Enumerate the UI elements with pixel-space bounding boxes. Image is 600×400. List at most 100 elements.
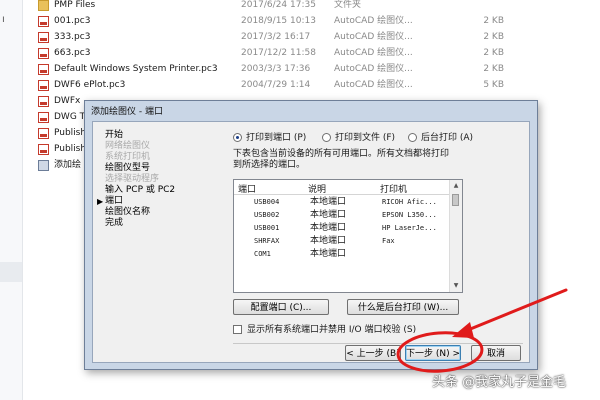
pc3-file-icon bbox=[38, 48, 49, 59]
pin-icon: ı bbox=[2, 14, 5, 25]
port-desc: 本地端口 bbox=[310, 210, 347, 220]
radio-dot-icon bbox=[233, 133, 242, 142]
checkbox-box[interactable] bbox=[233, 325, 242, 334]
pc3-file-icon bbox=[38, 96, 49, 107]
configure-port-button[interactable]: 配置端口 (C)... bbox=[233, 299, 329, 315]
wizard-step: 选择驱动程序 bbox=[105, 174, 205, 185]
port-printer: HP LaserJe... bbox=[382, 224, 437, 232]
scroll-thumb[interactable] bbox=[452, 194, 459, 206]
output-radio-group: 打印到端口 (P) 打印到文件 (F) 后台打印 (A) bbox=[233, 131, 523, 145]
port-printer: RICOH Afic... bbox=[382, 198, 437, 206]
file-name: 001.pc3 bbox=[54, 16, 91, 26]
file-row[interactable]: DWF6 ePlot.pc3 2004/7/29 1:14 AutoCAD 绘图仪.… bbox=[36, 77, 600, 93]
port-row[interactable]: USB004 本地端口 RICOH Afic... bbox=[234, 196, 450, 209]
port-row[interactable]: COM1 本地端口 bbox=[234, 248, 450, 261]
wizard-icon bbox=[38, 160, 49, 171]
navigation-pane[interactable]: ı bbox=[0, 0, 23, 400]
wizard-step-label: 输入 PCP 或 PC2 bbox=[105, 185, 176, 195]
wizard-step-label: 开始 bbox=[105, 130, 124, 140]
column-description[interactable]: 说明 bbox=[308, 182, 326, 195]
wizard-step: 完成 bbox=[105, 218, 205, 229]
port-desc: 本地端口 bbox=[310, 249, 347, 259]
file-size: 2 KB bbox=[483, 48, 504, 58]
port-list-header: 端口 说明 打印机 bbox=[234, 180, 450, 195]
pc3-file-icon bbox=[38, 80, 49, 91]
wizard-step: 开始 bbox=[105, 130, 205, 141]
scroll-up-icon[interactable]: ▲ bbox=[450, 180, 462, 192]
wizard-step-label: 网络绘图仪 bbox=[105, 141, 151, 151]
file-name: PMP Files bbox=[54, 0, 96, 10]
file-size: 2 KB bbox=[483, 16, 504, 26]
port-name: COM1 bbox=[254, 250, 271, 258]
dialog-title: 添加绘图仪 - 端口 bbox=[91, 107, 163, 117]
pc3-file-icon bbox=[38, 64, 49, 75]
wizard-step-label: 系统打印机 bbox=[105, 152, 151, 162]
wizard-step: 系统打印机 bbox=[105, 152, 205, 163]
file-row[interactable]: PMP Files 2017/6/24 17:35 文件夹 bbox=[36, 0, 600, 13]
description-line: 到所选择的端口。 bbox=[233, 160, 306, 170]
add-plotter-dialog: 添加绘图仪 - 端口 开始 网络绘图仪 系统打印机 绘图仪型号 选择驱动程序 输入 PCP… bbox=[84, 100, 538, 370]
file-name: Default Windows System Printer.pc3 bbox=[54, 64, 218, 74]
port-printer: EPSON L350... bbox=[382, 211, 437, 219]
file-date: 2017/3/2 16:17 bbox=[241, 32, 311, 42]
file-name: 663.pc3 bbox=[54, 48, 91, 58]
wizard-step-label: 端口 bbox=[105, 196, 124, 206]
port-row[interactable]: SHRFAX 本地端口 Fax bbox=[234, 235, 450, 248]
port-name: USB004 bbox=[254, 198, 280, 206]
file-name: Publish bbox=[54, 128, 87, 138]
watermark: 头条 @我家丸子是金毛 bbox=[432, 375, 567, 390]
port-row[interactable]: USB002 本地端口 EPSON L350... bbox=[234, 209, 450, 222]
file-type: AutoCAD 绘图仪... bbox=[334, 32, 413, 42]
radio-dot-icon bbox=[322, 133, 331, 142]
file-name: DWG T bbox=[54, 112, 86, 122]
wizard-step: 绘图仪型号 bbox=[105, 163, 205, 174]
file-name: DWFx bbox=[54, 96, 81, 106]
file-row[interactable]: 333.pc3 2017/3/2 16:17 AutoCAD 绘图仪... 2 KB bbox=[36, 29, 600, 45]
cancel-button[interactable]: 取消 bbox=[471, 345, 521, 361]
file-size: 5 KB bbox=[483, 80, 504, 90]
column-port[interactable]: 端口 bbox=[238, 182, 256, 195]
file-type: 文件夹 bbox=[334, 0, 362, 10]
file-type: AutoCAD 绘图仪... bbox=[334, 64, 413, 74]
port-row[interactable]: USB001 本地端口 HP LaserJe... bbox=[234, 222, 450, 235]
what-is-spooling-button[interactable]: 什么是后台打印 (W)... bbox=[347, 299, 459, 315]
pc3-file-icon bbox=[38, 128, 49, 139]
file-date: 2018/9/15 10:13 bbox=[241, 16, 316, 26]
radio-dot-icon bbox=[408, 133, 417, 142]
port-desc: 本地端口 bbox=[310, 223, 347, 233]
port-list[interactable]: 端口 说明 打印机 USB004 本地端口 RICOH Afic... USB002 本… bbox=[233, 179, 463, 293]
file-name: DWF6 ePlot.pc3 bbox=[54, 80, 126, 90]
file-name: 添加绘 bbox=[54, 160, 82, 170]
port-description: 下表包含当前设备的所有可用端口。所有文档都将打印 到所选择的端口。 bbox=[233, 149, 473, 171]
file-type: AutoCAD 绘图仪... bbox=[334, 48, 413, 58]
radio-label: 打印到文件 (F) bbox=[335, 133, 396, 143]
file-date: 2004/7/29 1:14 bbox=[241, 80, 311, 90]
next-button[interactable]: 下一步 (N) > bbox=[405, 345, 461, 361]
radio-label: 后台打印 (A) bbox=[421, 133, 474, 143]
pc3-file-icon bbox=[38, 32, 49, 43]
file-type: AutoCAD 绘图仪... bbox=[334, 80, 413, 90]
port-desc: 本地端口 bbox=[310, 236, 347, 246]
column-printer[interactable]: 打印机 bbox=[380, 182, 407, 195]
wizard-step: ▶ 端口 bbox=[97, 196, 205, 207]
pc3-file-icon bbox=[38, 112, 49, 123]
file-row[interactable]: Default Windows System Printer.pc3 2003/3… bbox=[36, 61, 600, 77]
radio-label: 打印到端口 (P) bbox=[246, 133, 307, 143]
file-name: 333.pc3 bbox=[54, 32, 91, 42]
pc3-file-icon bbox=[38, 144, 49, 155]
file-type: AutoCAD 绘图仪... bbox=[334, 16, 413, 26]
port-list-scrollbar[interactable]: ▲ ▼ bbox=[449, 180, 462, 292]
wizard-step-label: 选择驱动程序 bbox=[105, 174, 160, 184]
pc3-file-icon bbox=[38, 16, 49, 27]
file-size: 2 KB bbox=[483, 64, 504, 74]
wizard-step: 网络绘图仪 bbox=[105, 141, 205, 152]
back-button[interactable]: < 上一步 (B) bbox=[345, 345, 401, 361]
wizard-step-label: 绘图仪名称 bbox=[105, 207, 151, 217]
description-line: 下表包含当前设备的所有可用端口。所有文档都将打印 bbox=[233, 149, 450, 159]
folder-icon bbox=[38, 0, 49, 11]
scroll-down-icon[interactable]: ▼ bbox=[450, 280, 462, 292]
dialog-body: 开始 网络绘图仪 系统打印机 绘图仪型号 选择驱动程序 输入 PCP 或 PC2 ▶ 端口 绘图… bbox=[92, 121, 530, 363]
file-row[interactable]: 001.pc3 2018/9/15 10:13 AutoCAD 绘图仪... 2 KB bbox=[36, 13, 600, 29]
file-row[interactable]: 663.pc3 2017/12/2 11:58 AutoCAD 绘图仪... 2 KB bbox=[36, 45, 600, 61]
port-name: USB002 bbox=[254, 211, 280, 219]
